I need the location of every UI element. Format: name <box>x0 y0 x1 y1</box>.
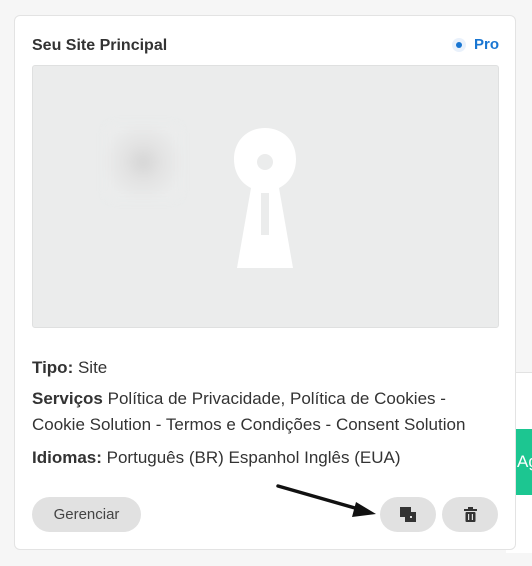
annotation-arrow-icon <box>276 484 376 517</box>
site-languages-label: Idiomas: <box>32 448 102 467</box>
site-type-value: Site <box>77 358 108 377</box>
plan-label: Pro <box>473 36 499 53</box>
keyhole-icon <box>234 128 296 268</box>
page: Ag Seu Site Principal Pro Tipo: Site Ser… <box>0 0 532 566</box>
thumbnail-blur <box>105 124 181 200</box>
trash-icon <box>463 507 477 522</box>
site-title: Seu Site Principal <box>32 37 168 54</box>
duplicate-icon <box>400 507 416 522</box>
site-type-label: Tipo: <box>32 358 74 377</box>
site-languages-value: Português (BR) Espanhol Inglês (EUA) <box>106 448 401 467</box>
site-services-label: Serviços <box>32 389 103 408</box>
delete-button[interactable] <box>442 497 498 532</box>
site-thumbnail <box>32 65 499 328</box>
site-languages: Idiomas: Português (BR) Espanhol Inglês … <box>32 445 502 471</box>
plan-dot-icon <box>451 37 466 52</box>
site-services: Serviços Política de Privacidade, Políti… <box>32 386 502 438</box>
site-card: Seu Site Principal Pro Tipo: Site Serviç… <box>14 15 516 550</box>
plan-badge: Pro <box>451 36 499 53</box>
site-type: Tipo: Site <box>32 355 502 381</box>
add-button[interactable]: Ag <box>514 429 532 495</box>
duplicate-button[interactable] <box>380 497 436 532</box>
manage-button[interactable]: Gerenciar <box>32 497 141 532</box>
